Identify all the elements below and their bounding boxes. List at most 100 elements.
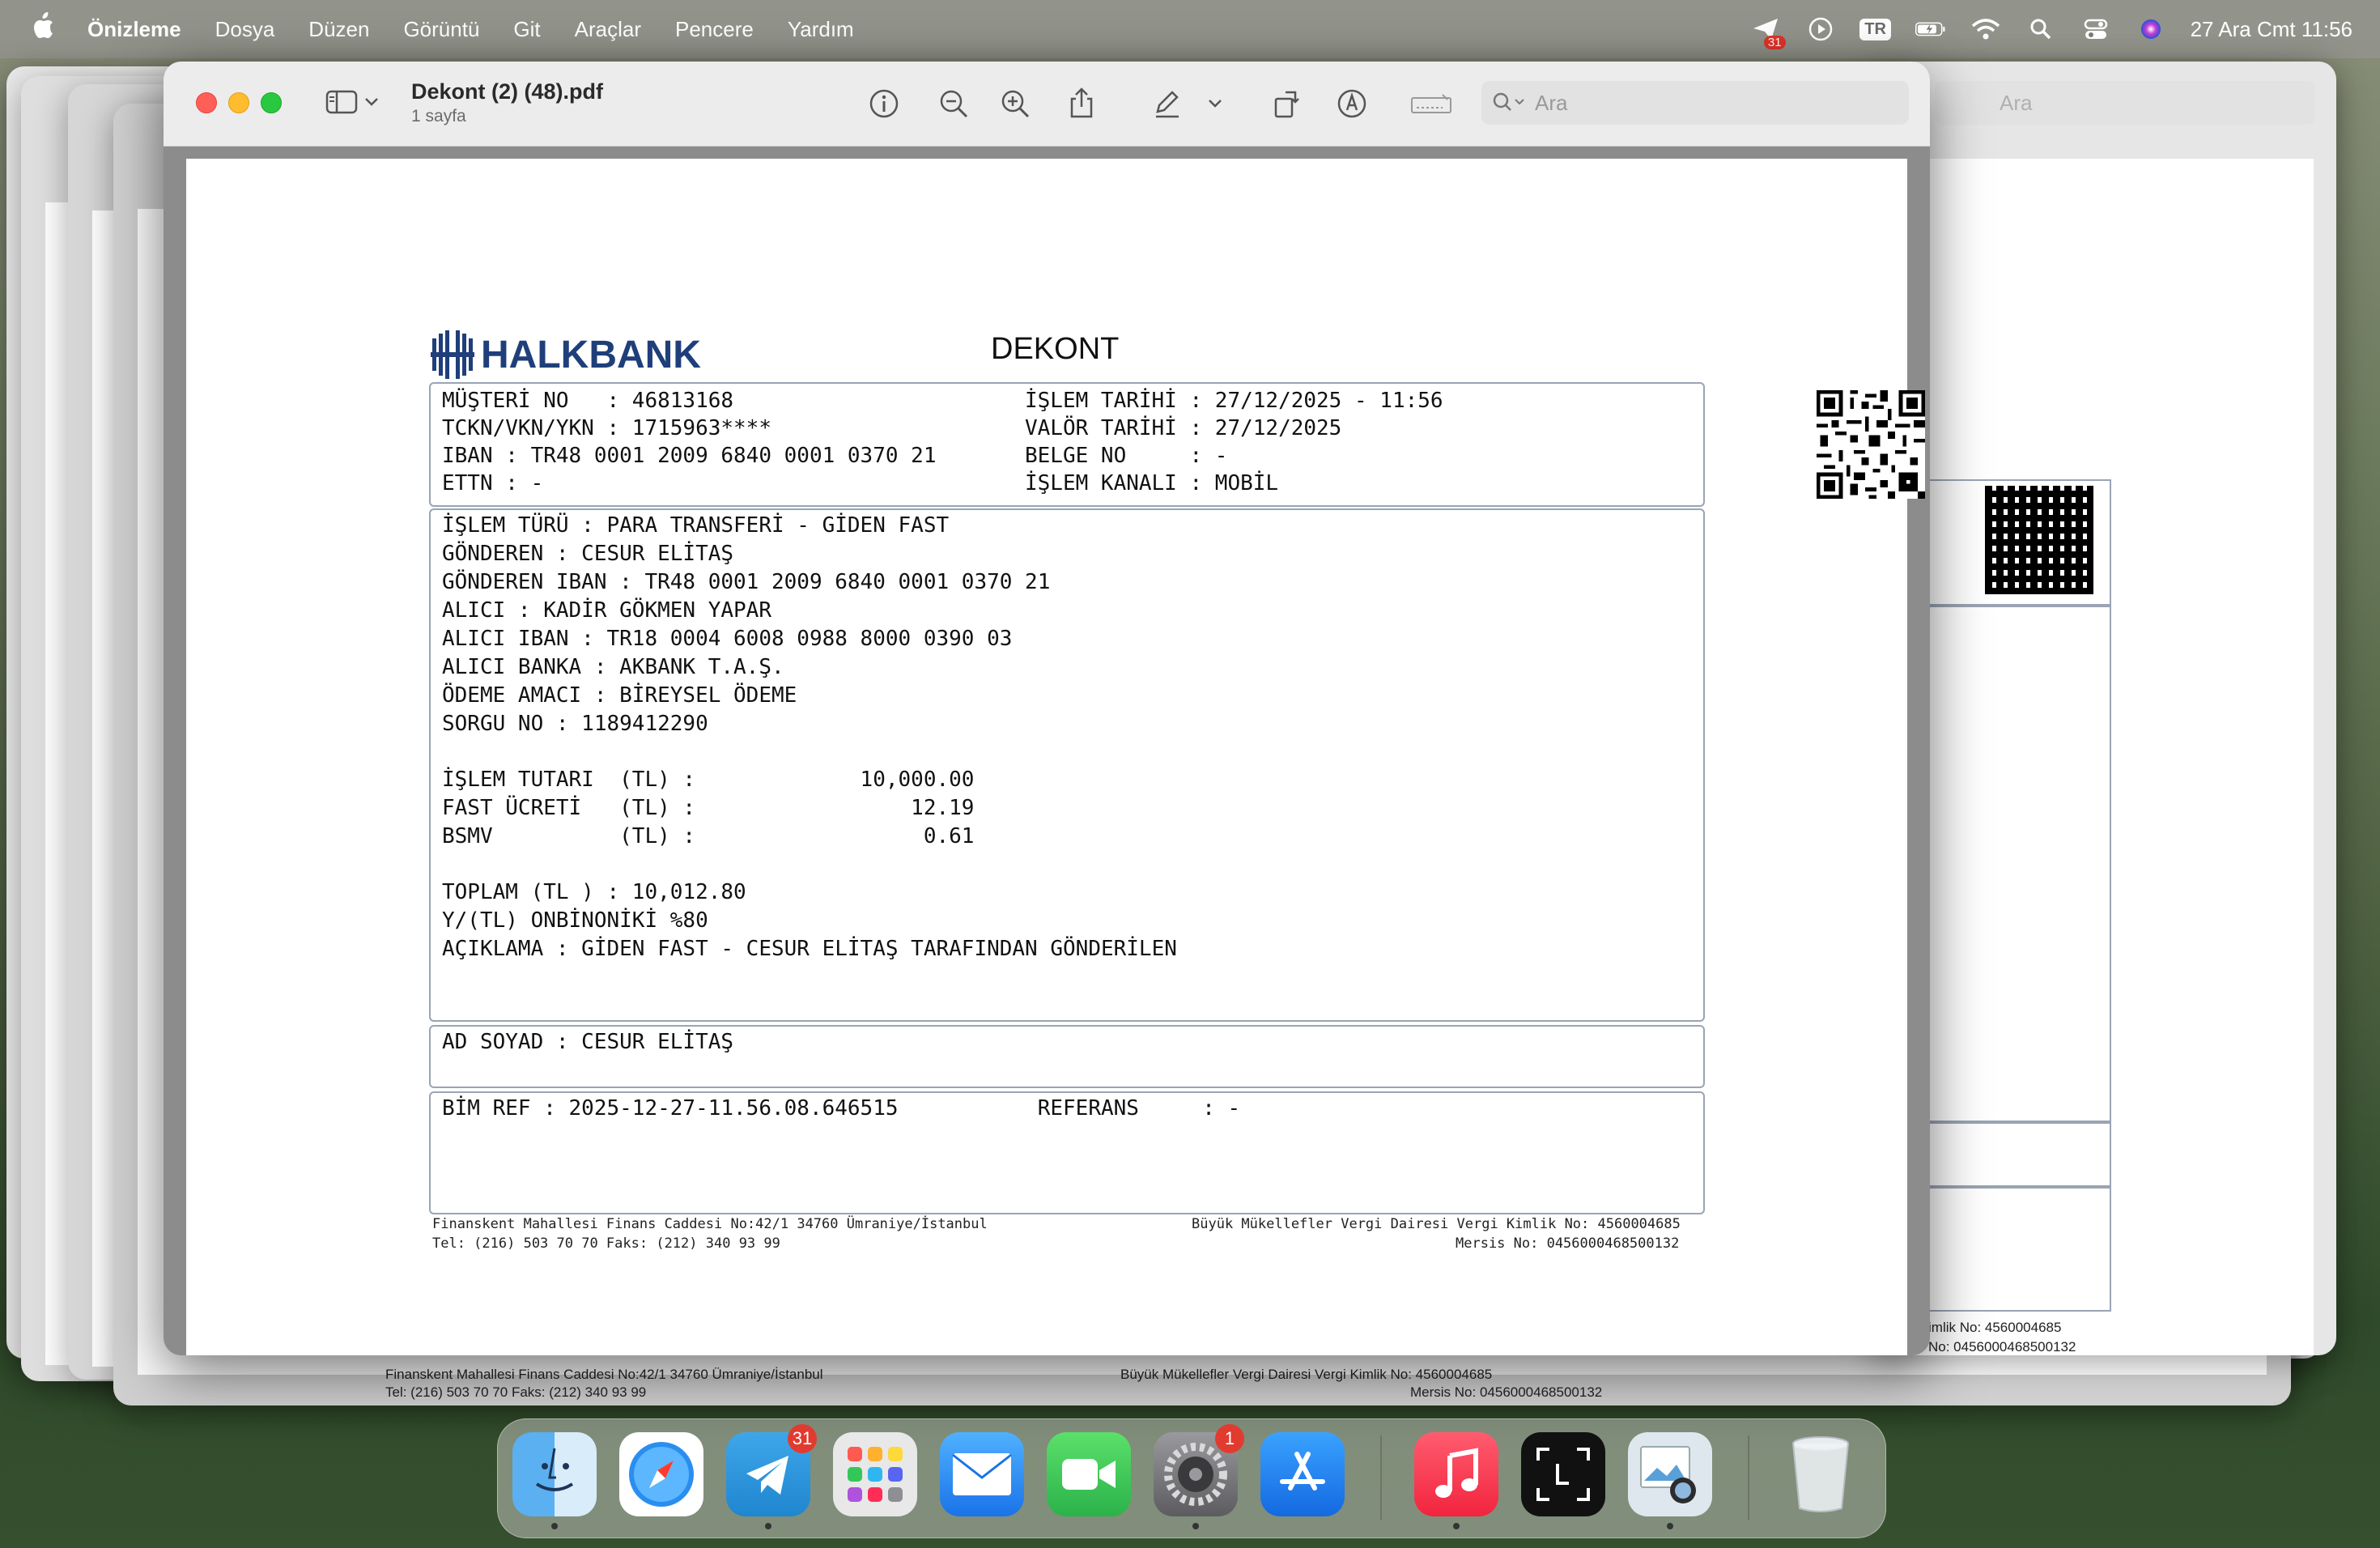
safari-compass-icon: [629, 1442, 694, 1507]
dock-separator: [1380, 1435, 1382, 1520]
background-window-right[interactable]: Ara imlik No: 4560004685 No: 04560004685…: [1870, 62, 2336, 1355]
receipt-header-box: MÜŞTERİ NO : 46813168 TCKN/VKN/YKN : 171…: [429, 382, 1925, 507]
dock-music[interactable]: [1414, 1432, 1498, 1529]
siri-icon[interactable]: [2136, 14, 2166, 45]
transaction-type: İŞLEM TÜRÜ : PARA TRANSFERİ - GİDEN FAST: [442, 513, 950, 538]
account-holder-name: AD SOYAD : CESUR ELİTAŞ: [442, 1030, 734, 1054]
dock-app-store[interactable]: [1260, 1432, 1345, 1516]
telegram-icon: [746, 1456, 788, 1495]
footer-tax-office: Büyük Mükellefler Vergi Dairesi Vergi Ki…: [1192, 1216, 1681, 1232]
running-indicator: [1667, 1523, 1673, 1529]
menu-git[interactable]: Git: [513, 17, 540, 42]
launchpad-grid-icon: [848, 1447, 903, 1502]
query-no: SORGU NO : 1189412290: [442, 712, 708, 736]
sender-name: GÖNDEREN : CESUR ELİTAŞ: [442, 542, 734, 566]
transaction-date: İŞLEM TARİHİ : 27/12/2025 - 11:56: [1025, 389, 1443, 413]
background-search-field[interactable]: Ara: [1935, 81, 2315, 125]
receipt-name-box: AD SOYAD : CESUR ELİTAŞ: [429, 1025, 1705, 1088]
control-center-icon[interactable]: [2080, 14, 2111, 45]
menu-clock[interactable]: 27 Ara Cmt 11:56: [2191, 17, 2352, 42]
background-right-footer-2: No: 0456000468500132: [1928, 1339, 2076, 1354]
transaction-channel: İŞLEM KANALI : MOBİL: [1025, 471, 1279, 495]
running-indicator: [551, 1523, 558, 1529]
receipt-document: HALKBANK DEKONT MÜŞTERİ NO : 46813168 TC…: [186, 62, 1925, 1252]
dock-finder[interactable]: [512, 1432, 597, 1529]
play-status-icon[interactable]: [1805, 14, 1836, 45]
menu-goruntu[interactable]: Görüntü: [403, 17, 479, 42]
dock-launchpad[interactable]: [833, 1432, 917, 1516]
gear-icon: [1164, 1443, 1227, 1506]
fast-fee: FAST ÜCRETİ (TL) : 12.19: [442, 796, 975, 820]
background-footer-right-2: Mersis No: 0456000468500132: [1410, 1384, 1603, 1400]
total-amount: TOPLAM (TL ) : 10,012.80: [442, 880, 746, 904]
document-no: BELGE NO : -: [1025, 444, 1228, 468]
value-date: VALÖR TARİHİ : 27/12/2025: [1025, 416, 1342, 440]
battery-icon[interactable]: [1915, 14, 1946, 45]
transaction-amount: İŞLEM TUTARI (TL) : 10,000.00: [442, 768, 975, 792]
spotlight-search-icon[interactable]: [2025, 14, 2056, 45]
pdf-page[interactable]: HALKBANK DEKONT MÜŞTERİ NO : 46813168 TC…: [186, 159, 1925, 1355]
mail-envelope-icon: [952, 1453, 1012, 1495]
payment-purpose: ÖDEME AMACI : BİREYSEL ÖDEME: [442, 683, 797, 708]
dock-screenshot[interactable]: [1521, 1432, 1605, 1516]
menu-duzen[interactable]: Düzen: [308, 17, 369, 42]
dock-trash[interactable]: [1779, 1432, 1863, 1516]
dock-safari[interactable]: [619, 1432, 703, 1516]
dock-preview[interactable]: [1628, 1432, 1712, 1529]
receipt-details-box: İŞLEM TÜRÜ : PARA TRANSFERİ - GİDEN FAST…: [429, 508, 1705, 1022]
airmail-status-icon[interactable]: 31: [1750, 14, 1786, 49]
background-footer-right-1: Büyük Mükellefler Vergi Dairesi Vergi Ki…: [1120, 1367, 1493, 1382]
preview-photo-icon: [1640, 1446, 1696, 1503]
app-store-icon: [1280, 1452, 1325, 1491]
finder-icon: [535, 1448, 574, 1491]
menu-dosya[interactable]: Dosya: [215, 17, 275, 42]
apple-menu-icon[interactable]: [31, 11, 63, 47]
settings-badge: 1: [1215, 1424, 1244, 1453]
bim-reference: BİM REF : 2025-12-27-11.56.08.646515 REF…: [442, 1096, 1241, 1121]
running-indicator: [1453, 1523, 1460, 1529]
menu-app-name[interactable]: Önizleme: [87, 17, 181, 42]
background-footer-left-1: Finanskent Mahallesi Finans Caddesi No:4…: [385, 1367, 823, 1382]
sender-iban-header: IBAN : TR48 0001 2009 6840 0001 0370 21: [442, 444, 937, 468]
running-indicator: [1192, 1523, 1199, 1529]
dock-system-settings[interactable]: 1: [1154, 1424, 1244, 1529]
preview-window[interactable]: Dekont (2) (48).pdf 1 sayfa Ara HALKBANK…: [164, 62, 1930, 1355]
background-footer-left-2: Tel: (216) 503 70 70 Faks: (212) 340 93 …: [385, 1384, 647, 1400]
wifi-icon[interactable]: [1970, 14, 2001, 45]
menu-araclar[interactable]: Araçlar: [575, 17, 641, 42]
description: AÇIKLAMA : GİDEN FAST - CESUR ELİTAŞ TAR…: [442, 937, 1177, 961]
receipt-heading: DEKONT: [991, 332, 1120, 366]
dock: 31 1: [497, 1418, 1886, 1538]
total-in-words: Y/(TL) ONBİNONİKİ %80: [442, 908, 708, 933]
background-search-placeholder: Ara: [2000, 91, 2033, 115]
recipient-name: ALICI : KADİR GÖKMEN YAPAR: [442, 598, 771, 623]
dock-facetime[interactable]: [1047, 1432, 1131, 1516]
menu-pencere[interactable]: Pencere: [675, 17, 754, 42]
dock-separator: [1748, 1435, 1749, 1520]
halkbank-logo-icon: [431, 330, 474, 379]
video-camera-icon: [1062, 1459, 1116, 1490]
qr-code: [1817, 390, 1925, 499]
running-indicator: [765, 1523, 771, 1529]
receipt-reference-box: BİM REF : 2025-12-27-11.56.08.646515 REF…: [429, 1091, 1705, 1214]
halkbank-logo-text: HALKBANK: [481, 333, 701, 376]
recipient-bank: ALICI BANKA : AKBANK T.A.Ş.: [442, 655, 784, 679]
telegram-badge: 31: [788, 1424, 817, 1453]
airmail-badge: 31: [1763, 36, 1786, 49]
screenshot-frame-icon: [1536, 1448, 1590, 1501]
input-source-icon[interactable]: TR: [1859, 14, 1891, 45]
ettn: ETTN : -: [442, 471, 544, 495]
recipient-iban: ALICI IBAN : TR18 0004 6008 0988 8000 03…: [442, 627, 1013, 651]
bsmv-tax: BSMV (TL) : 0.61: [442, 824, 975, 848]
sender-iban: GÖNDEREN IBAN : TR48 0001 2009 6840 0001…: [442, 570, 1051, 594]
customer-no: MÜŞTERİ NO : 46813168: [442, 389, 734, 413]
halkbank-logo: HALKBANK: [431, 330, 701, 379]
background-right-footer-1: imlik No: 4560004685: [1928, 1320, 2062, 1335]
menu-bar: Önizleme Dosya Düzen Görüntü Git Araçlar…: [0, 0, 2380, 58]
menu-yardim[interactable]: Yardım: [788, 17, 854, 42]
dock-telegram[interactable]: 31: [726, 1424, 817, 1529]
footer-address: Finanskent Mahallesi Finans Caddesi No:4…: [432, 1216, 988, 1232]
footer-phone: Tel: (216) 503 70 70 Faks: (212) 340 93 …: [432, 1235, 780, 1252]
trash-can-icon: [1792, 1436, 1849, 1512]
dock-mail[interactable]: [940, 1432, 1024, 1516]
